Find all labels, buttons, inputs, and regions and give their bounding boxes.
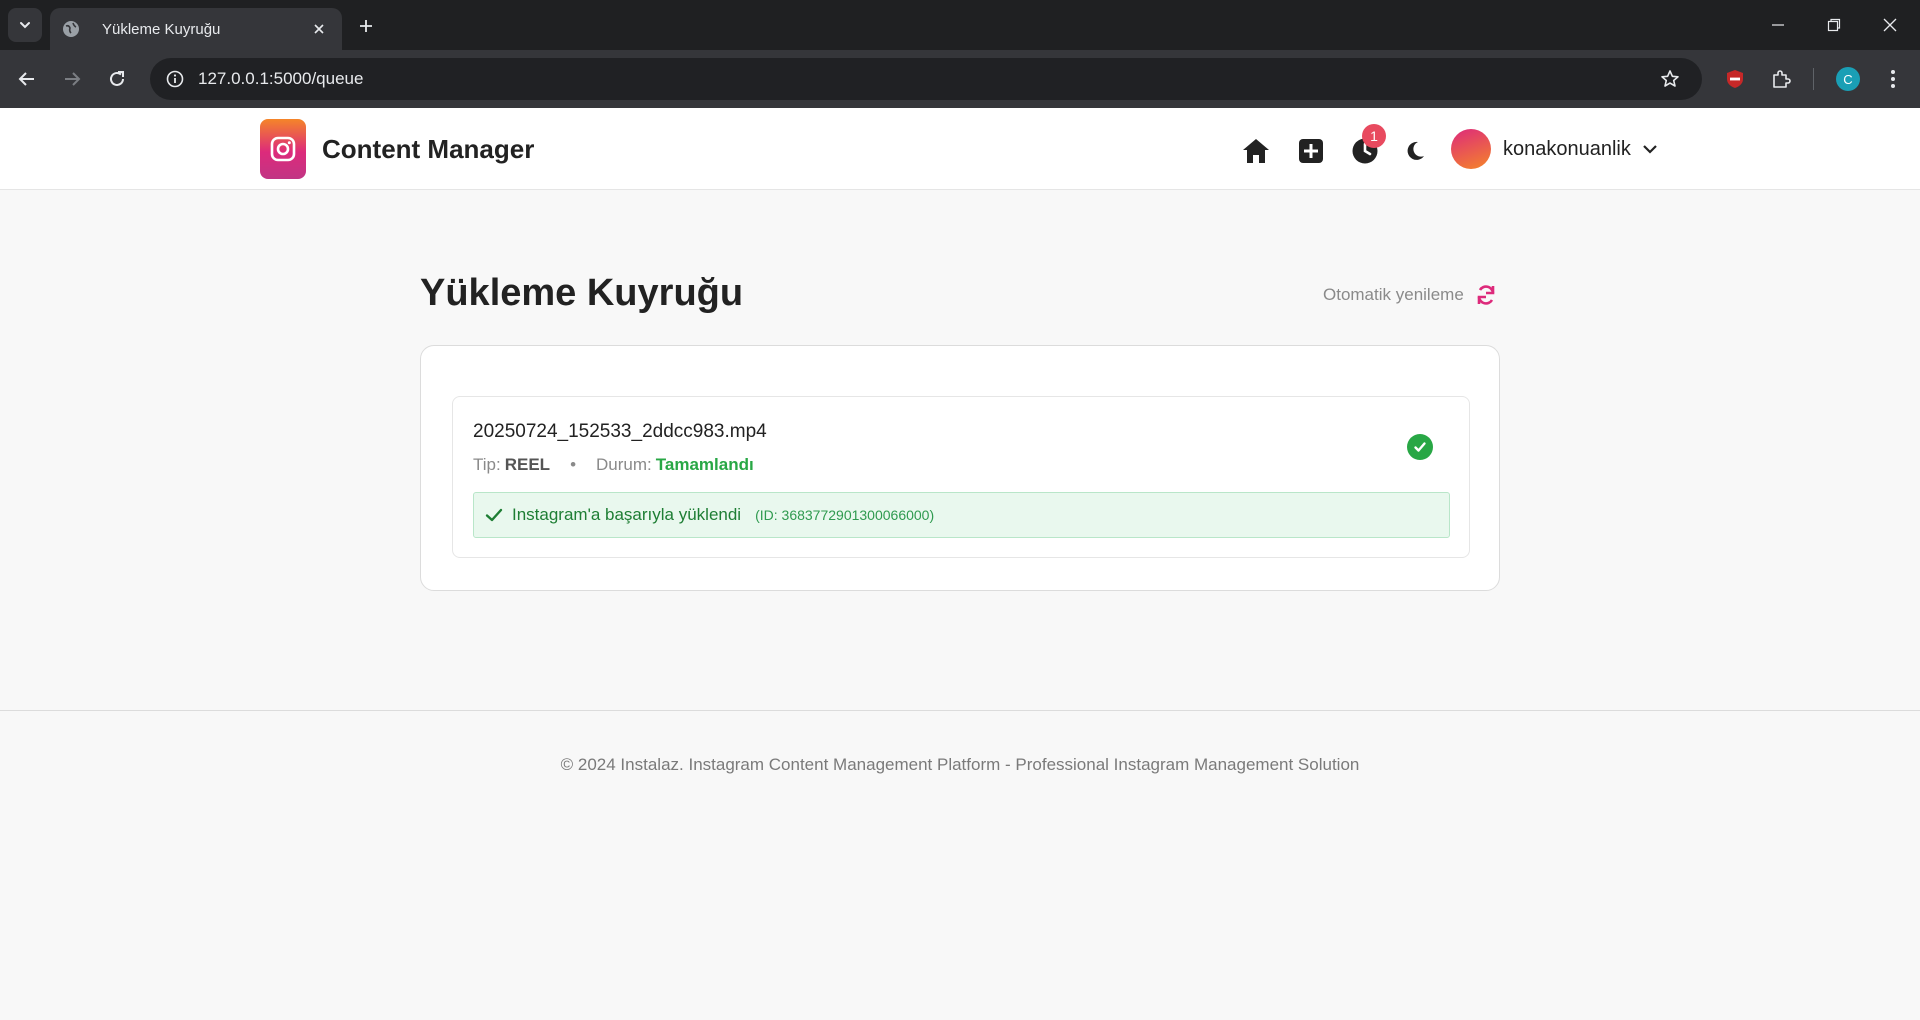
close-icon	[1883, 18, 1897, 32]
kebab-menu-icon	[1891, 70, 1895, 88]
minimize-button[interactable]	[1750, 0, 1806, 50]
app-header: Content Manager 1 konakonuanlik	[0, 108, 1920, 190]
close-tab-icon[interactable]	[308, 18, 330, 40]
status-label: Durum:	[596, 455, 652, 474]
browser-tabstrip: Yükleme Kuyruğu	[0, 0, 1920, 50]
instagram-logo-icon	[260, 119, 306, 179]
success-message: Instagram'a başarıyla yüklendi	[512, 505, 742, 524]
home-link[interactable]	[1239, 134, 1273, 168]
adblock-extension-icon[interactable]	[1718, 62, 1752, 96]
back-button[interactable]	[10, 62, 44, 96]
restore-button[interactable]	[1806, 0, 1862, 50]
brand-name: Content Manager	[322, 133, 535, 164]
page-title: Yükleme Kuyruğu	[420, 272, 744, 314]
toolbar-separator	[1813, 68, 1814, 90]
theme-toggle-button[interactable]	[1398, 134, 1432, 168]
check-icon	[484, 505, 504, 525]
reload-button[interactable]	[100, 62, 134, 96]
add-content-link[interactable]	[1294, 134, 1328, 168]
queue-item: 20250724_152533_2ddcc983.mp4 Tip: REEL •…	[452, 396, 1470, 558]
site-info-icon[interactable]	[154, 58, 196, 100]
address-bar[interactable]: 127.0.0.1:5000/queue	[150, 58, 1702, 100]
chevron-down-icon	[20, 22, 30, 29]
tab-title: Yükleme Kuyruğu	[102, 20, 221, 38]
footer-text: © 2024 Instalaz. Instagram Content Manag…	[560, 755, 1360, 774]
plus-icon	[360, 20, 372, 32]
check-circle-icon	[1407, 434, 1433, 460]
url-text[interactable]: 127.0.0.1:5000/queue	[198, 69, 1650, 89]
browser-toolbar: 127.0.0.1:5000/queue C	[0, 50, 1920, 108]
restore-icon	[1827, 18, 1841, 32]
queue-item-filename: 20250724_152533_2ddcc983.mp4	[473, 421, 767, 442]
browser-tab-active[interactable]: Yükleme Kuyruğu	[50, 8, 342, 50]
user-menu[interactable]: konakonuanlik	[1451, 129, 1659, 169]
profile-avatar: C	[1836, 67, 1860, 91]
chevron-down-icon	[1641, 140, 1659, 158]
brand-link[interactable]: Content Manager	[260, 119, 534, 179]
queue-item-meta: Tip: REEL • Durum: Tamamlandı	[473, 455, 754, 475]
extensions-puzzle-icon[interactable]	[1764, 62, 1798, 96]
sync-icon	[1474, 283, 1498, 307]
post-id: (ID: 3683772901300066000)	[755, 507, 935, 523]
arrow-right-icon	[65, 72, 81, 86]
tab-search-button[interactable]	[8, 8, 42, 42]
moon-icon	[1407, 141, 1424, 160]
success-alert: Instagram'a başarıyla yüklendi (ID: 3683…	[473, 492, 1450, 538]
home-icon	[1243, 139, 1269, 163]
new-tab-button[interactable]	[352, 12, 380, 40]
username: konakonuanlik	[1503, 137, 1631, 160]
bookmark-star-icon[interactable]	[1650, 59, 1690, 99]
auto-refresh-indicator: Otomatik yenileme	[1323, 283, 1498, 307]
close-window-button[interactable]	[1862, 0, 1918, 50]
profile-button[interactable]: C	[1831, 62, 1865, 96]
forward-button[interactable]	[55, 62, 89, 96]
arrow-left-icon	[18, 72, 34, 86]
plus-square-icon	[1299, 139, 1323, 163]
meta-separator: •	[570, 455, 577, 474]
minimize-icon	[1772, 24, 1784, 26]
auto-refresh-label: Otomatik yenileme	[1323, 285, 1464, 304]
globe-icon	[62, 20, 80, 38]
status-badge: Tamamlandı	[655, 455, 754, 474]
avatar	[1451, 129, 1491, 169]
reload-icon	[110, 71, 124, 86]
type-label: Tip:	[473, 455, 501, 474]
queue-card: 20250724_152533_2ddcc983.mp4 Tip: REEL •…	[420, 345, 1500, 591]
notification-badge: 1	[1362, 124, 1386, 148]
footer: © 2024 Instalaz. Instagram Content Manag…	[0, 710, 1920, 1020]
type-value: REEL	[504, 455, 551, 474]
browser-menu-button[interactable]	[1876, 62, 1910, 96]
